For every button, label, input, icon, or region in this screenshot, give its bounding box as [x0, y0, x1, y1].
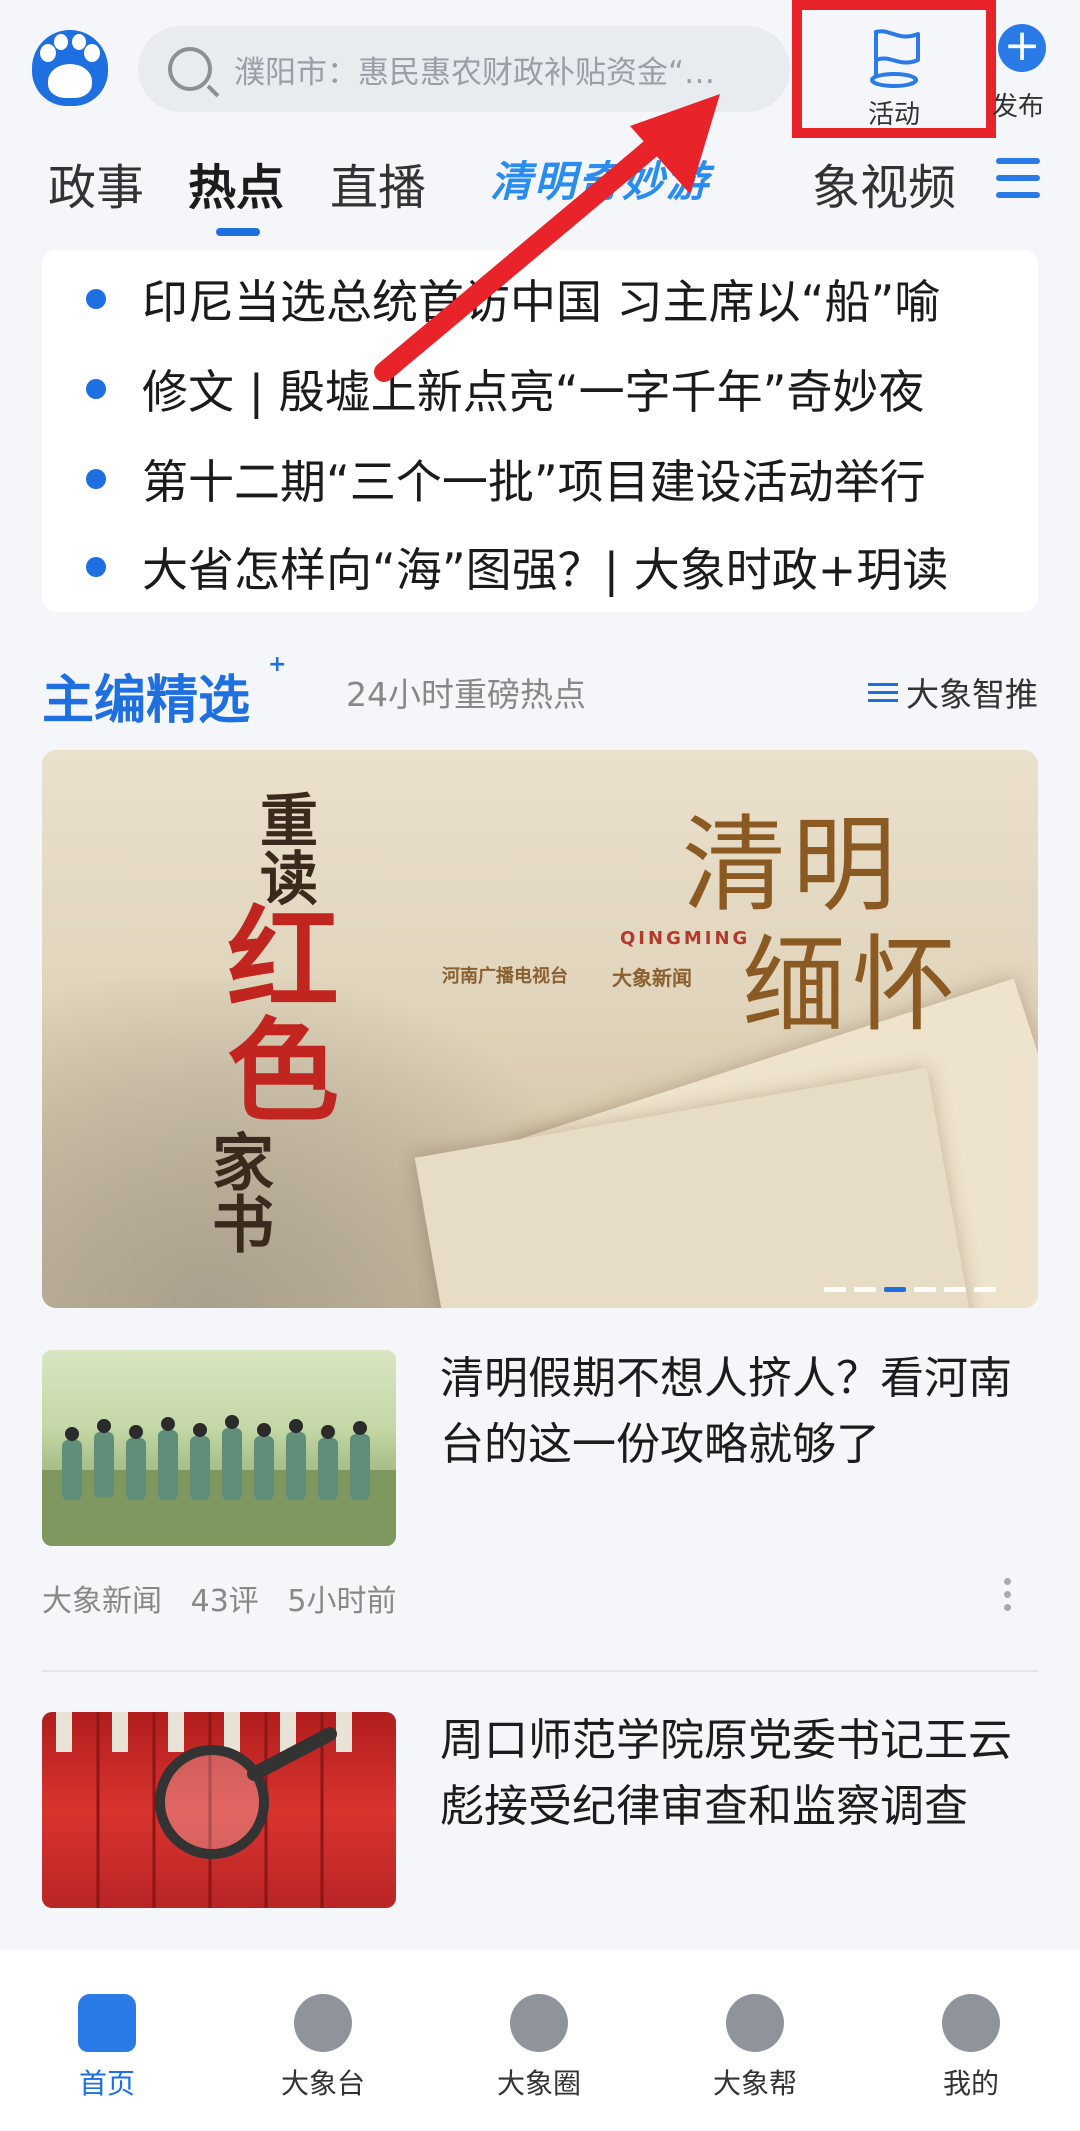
section-title: 主编精选 [42, 671, 251, 731]
red-arrow-annotation [374, 94, 720, 382]
paw-icon [510, 1994, 568, 2052]
article-thumbnail-figures [42, 1415, 396, 1546]
carousel-dot[interactable] [944, 1287, 966, 1292]
tab-zhengshi[interactable]: 政事 [48, 148, 144, 218]
paw-toe [54, 34, 68, 50]
search-placeholder: 濮阳市：惠民惠农财政补贴资金“… [234, 54, 716, 91]
banner-org: 大象新闻 [612, 966, 692, 990]
banner-title: 缅怀 [742, 924, 963, 1046]
tab-redian[interactable]: 热点 [188, 148, 284, 218]
article-title[interactable]: 周口师范学院原党委书记王云彪接受纪律审查和监察调查 [440, 1708, 1040, 1840]
bullet-dot [86, 557, 106, 577]
article-comments: 43评 [190, 1584, 259, 1619]
search-icon [168, 47, 212, 91]
help-icon [726, 1994, 784, 2052]
list-icon [868, 678, 898, 707]
tv-station-icon [294, 1994, 352, 2052]
bullet-dot [86, 289, 106, 309]
nav-home[interactable]: 首页 [32, 1994, 182, 2102]
headline-text: 大省怎样向“海”图强？| 大象时政+玥读 [142, 543, 949, 597]
nav-label: 我的 [942, 2067, 999, 2100]
article-title[interactable]: 清明假期不想人挤人？看河南台的这一份攻略就够了 [440, 1346, 1040, 1478]
banner-english: QINGMING [620, 928, 751, 949]
carousel-dot[interactable] [914, 1287, 936, 1292]
paw-toe [84, 44, 100, 62]
activity-button[interactable]: 活动 [792, 0, 996, 138]
bullet-dot [86, 469, 106, 489]
carousel-dot[interactable] [854, 1287, 876, 1292]
article-thumbnail[interactable] [42, 1712, 396, 1908]
banner-vertical-text: 红色 [208, 900, 339, 1124]
headline-text: 第十二期“三个一批”项目建设活动举行 [142, 455, 926, 509]
nav-mine[interactable]: 我的 [896, 1994, 1046, 2102]
banner-vertical-text: 家书 [201, 1130, 274, 1254]
more-options-icon[interactable] [1004, 1578, 1012, 1617]
nav-daxiangtai[interactable]: 大象台 [248, 1994, 398, 2102]
nav-daxiangbang[interactable]: 大象帮 [680, 1994, 830, 2102]
carousel-dot[interactable] [974, 1287, 996, 1292]
section-subtitle: 24小时重磅热点 [346, 675, 586, 714]
nav-daxiangquan[interactable]: 大象圈 [464, 1994, 614, 2102]
paw-toe [72, 34, 86, 50]
nav-label: 大象台 [280, 2067, 365, 2100]
headline-item[interactable]: 第十二期“三个一批”项目建设活动举行 [42, 434, 1038, 524]
banner-org: 河南广播电视台 [442, 966, 568, 987]
headline-item[interactable]: 大省怎样向“海”图强？| 大象时政+玥读 [42, 522, 1038, 612]
article-meta: 大象新闻 43评 5小时前 [42, 1576, 397, 1620]
section-plus-icon: + [268, 652, 287, 677]
smart-push-label: 大象智推 [906, 675, 1038, 714]
article-thumbnail-folders [56, 1712, 352, 1908]
flag-icon [870, 29, 920, 88]
carousel-dot-active[interactable] [884, 1287, 906, 1292]
menu-icon[interactable] [996, 158, 1040, 198]
nav-label: 大象圈 [496, 2067, 581, 2100]
article-source: 大象新闻 [42, 1584, 162, 1619]
home-icon [78, 1994, 136, 2052]
publish-plus-icon[interactable]: + [998, 24, 1046, 72]
banner-vertical-text: 重读 [250, 790, 318, 906]
featured-banner[interactable]: 重读 红色 家书 清明 QINGMING 缅怀 河南广播电视台 大象新闻 [42, 750, 1038, 1308]
tab-xiangshipin[interactable]: 象视频 [812, 148, 956, 218]
bottom-nav: 首页 大象台 大象圈 大象帮 我的 [0, 1950, 1080, 2131]
app-logo[interactable] [32, 30, 108, 106]
bullet-dot [86, 379, 106, 399]
active-tab-indicator [216, 228, 260, 236]
nav-label: 大象帮 [712, 2067, 797, 2100]
nav-label: 首页 [78, 2067, 135, 2100]
divider [42, 1670, 1038, 1672]
paw-pad [48, 64, 92, 98]
publish-label[interactable]: 发布 [992, 86, 1044, 123]
smart-push-button[interactable]: 大象智推 [868, 668, 1038, 716]
article-thumbnail[interactable] [42, 1350, 396, 1546]
activity-label: 活动 [867, 100, 920, 130]
carousel-indicator [824, 1287, 996, 1292]
profile-icon [942, 1994, 1000, 2052]
article-time: 5小时前 [287, 1584, 397, 1619]
paw-toe [40, 44, 56, 62]
carousel-dot[interactable] [824, 1287, 846, 1292]
